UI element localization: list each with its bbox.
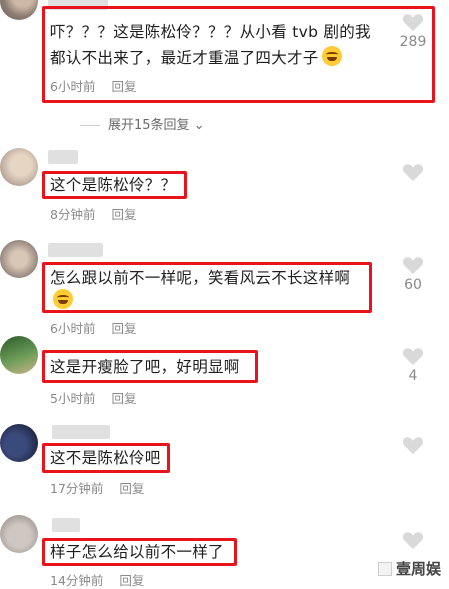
comment-meta: 14分钟前 回复 xyxy=(50,570,144,589)
like-heart-icon[interactable] xyxy=(402,12,424,32)
reply-button[interactable]: 回复 xyxy=(111,321,136,336)
reply-button[interactable]: 回复 xyxy=(119,573,144,588)
username[interactable] xyxy=(52,518,80,532)
like-count: 289 xyxy=(399,34,427,50)
comment-text: 这不是陈松伶吧 xyxy=(50,449,161,467)
like-count: 4 xyxy=(408,368,418,384)
avatar[interactable] xyxy=(0,336,38,374)
chevron-down-icon: ⌄ xyxy=(189,118,205,133)
avatar[interactable] xyxy=(0,0,38,20)
like-heart-icon[interactable] xyxy=(402,530,424,550)
reply-button[interactable]: 回复 xyxy=(111,391,136,406)
username[interactable] xyxy=(52,425,110,439)
comment-time: 6小时前 xyxy=(50,79,96,94)
avatar[interactable] xyxy=(0,515,38,553)
like-heart-icon[interactable] xyxy=(402,435,424,455)
comment-meta: 6小时前 回复 xyxy=(50,76,136,95)
expand-replies-link[interactable]: 展开15条回复 ⌄ xyxy=(80,114,205,133)
comment-meta: 17分钟前 回复 xyxy=(50,478,144,497)
comment-text: 都认不出来了，最近才重温了四大才子 xyxy=(50,46,342,70)
comment-time: 8分钟前 xyxy=(50,207,96,222)
avatar[interactable] xyxy=(0,424,38,462)
comment-meta: 6小时前 回复 xyxy=(50,318,136,337)
avatar[interactable] xyxy=(0,240,38,278)
comment-meta: 5小时前 回复 xyxy=(50,388,136,407)
like-count: 60 xyxy=(404,277,422,293)
username[interactable] xyxy=(48,243,103,257)
like-heart-icon[interactable] xyxy=(402,162,424,182)
comment-time: 17分钟前 xyxy=(50,481,104,496)
username[interactable] xyxy=(48,150,78,164)
reply-button[interactable]: 回复 xyxy=(119,481,144,496)
reply-button[interactable]: 回复 xyxy=(111,207,136,222)
comment-text: 这是开瘦脸了吧，好明显啊 xyxy=(50,358,240,376)
watermark-logo-icon xyxy=(377,562,392,576)
like-heart-icon[interactable] xyxy=(402,346,424,366)
comment-time: 5小时前 xyxy=(50,391,96,406)
comment-text: 怎么跟以前不一样呢，笑看风云不长这样啊 xyxy=(50,269,351,287)
laughing-emoji-icon xyxy=(321,46,342,66)
like-heart-icon[interactable] xyxy=(402,255,424,275)
watermark: 壹周娱 xyxy=(377,558,441,579)
comment-text: 样子怎么给以前不一样了 xyxy=(50,543,224,561)
comment-text: 吓？？？这是陈松伶？？？从小看 tvb 剧的我 xyxy=(50,23,371,41)
reply-button[interactable]: 回复 xyxy=(111,79,136,94)
comment-time: 14分钟前 xyxy=(50,573,104,588)
divider xyxy=(80,125,100,126)
laughing-emoji-icon xyxy=(53,289,73,309)
comment-time: 6小时前 xyxy=(50,321,96,336)
comment-meta: 8分钟前 回复 xyxy=(50,204,136,223)
comment-text: 这个是陈松伶？？ xyxy=(50,176,177,194)
avatar[interactable] xyxy=(0,148,38,186)
